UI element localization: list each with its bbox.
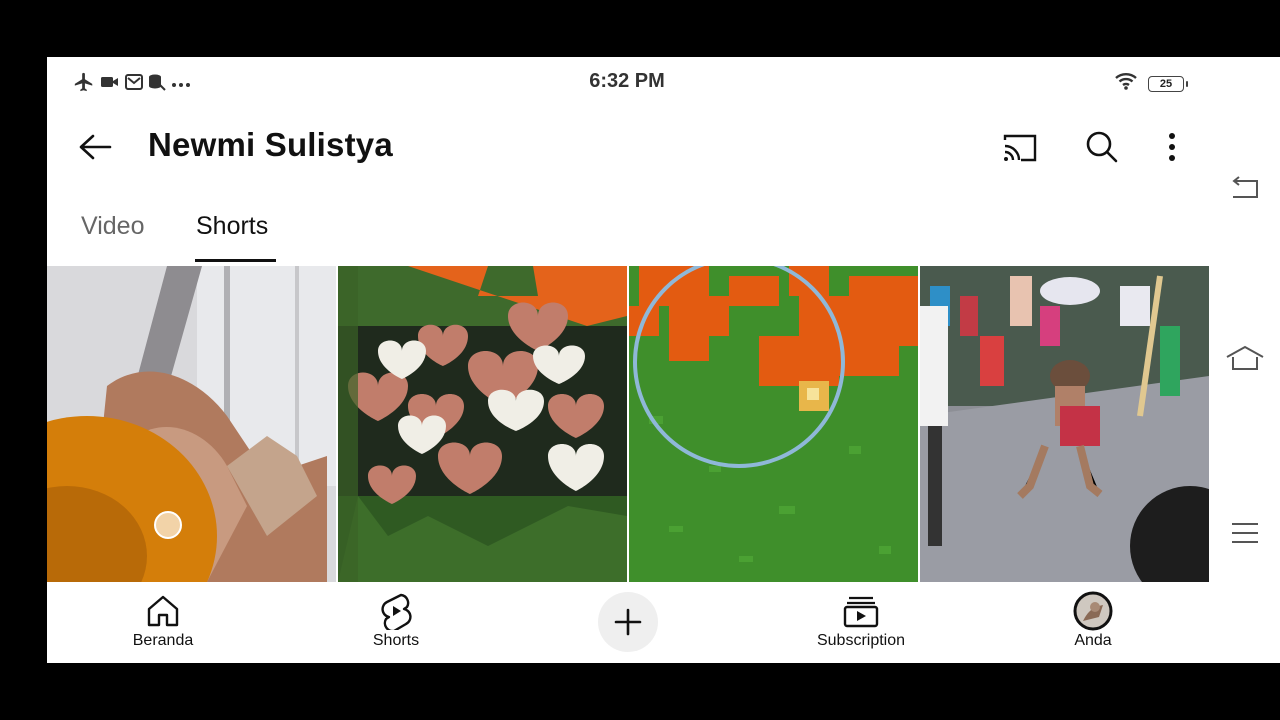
- tab-selected-indicator: [195, 259, 276, 262]
- home-icon: [147, 595, 179, 627]
- status-time: 6:32 PM: [589, 70, 665, 92]
- search-icon: [1086, 131, 1118, 163]
- minecraft-video-thumbnail-image: [629, 266, 918, 582]
- app-screen: 6:32 PM 25 Newmi Sulistya Video Shorts B…: [47, 57, 1280, 663]
- system-back-button[interactable]: [1225, 172, 1265, 204]
- hearts-video-thumbnail-image: [338, 266, 627, 582]
- subscriptions-icon: [843, 596, 879, 628]
- nav-home-label: Beranda: [132, 632, 194, 649]
- system-home-button[interactable]: [1225, 343, 1265, 375]
- cast-button[interactable]: [1000, 127, 1040, 167]
- cat-video-thumbnail-image: [47, 266, 336, 582]
- channel-title: Newmi Sulistya: [148, 126, 393, 163]
- back-arrow-icon: [79, 134, 112, 160]
- plus-icon: [614, 608, 642, 636]
- wifi-icon: [1114, 71, 1138, 96]
- search-button[interactable]: [1082, 127, 1122, 167]
- short-thumbnail[interactable]: [629, 266, 918, 582]
- system-menu-icon: [1232, 523, 1258, 543]
- nav-shorts[interactable]: Shorts: [326, 592, 466, 650]
- nav-shorts-label: Shorts: [372, 632, 420, 649]
- shorts-icon: [381, 593, 412, 630]
- nav-you-label: Anda: [1074, 632, 1112, 649]
- back-button[interactable]: [75, 127, 115, 167]
- tab-video[interactable]: Video: [81, 197, 145, 263]
- system-back-icon: [1232, 176, 1258, 198]
- channel-tabs: Video Shorts: [47, 197, 1209, 267]
- create-button[interactable]: [598, 592, 658, 652]
- status-bar: 6:32 PM 25: [47, 57, 1280, 105]
- nav-subscriptions[interactable]: Subscription: [791, 592, 931, 650]
- short-thumbnail[interactable]: [920, 266, 1209, 582]
- more-options-button[interactable]: [1152, 127, 1192, 167]
- short-thumbnail[interactable]: [338, 266, 627, 582]
- cast-icon: [1003, 134, 1037, 162]
- system-menu-button[interactable]: [1225, 517, 1265, 549]
- shorts-grid: [47, 266, 1209, 582]
- more-vertical-icon: [1169, 133, 1175, 161]
- tab-shorts[interactable]: Shorts: [196, 197, 268, 263]
- avatar: [1073, 591, 1113, 631]
- short-thumbnail[interactable]: [47, 266, 336, 582]
- nav-home[interactable]: Beranda: [93, 592, 233, 650]
- battery-icon: 25: [1148, 75, 1188, 92]
- nav-you[interactable]: Anda: [1023, 591, 1163, 650]
- parade-video-thumbnail-image: [920, 266, 1209, 582]
- bottom-navigation: Beranda Shorts Subscription Anda: [47, 582, 1209, 663]
- app-header: Newmi Sulistya: [47, 115, 1280, 177]
- system-home-icon: [1226, 345, 1264, 370]
- status-icons-right: 25: [1114, 71, 1188, 96]
- nav-subscriptions-label: Subscription: [816, 632, 906, 649]
